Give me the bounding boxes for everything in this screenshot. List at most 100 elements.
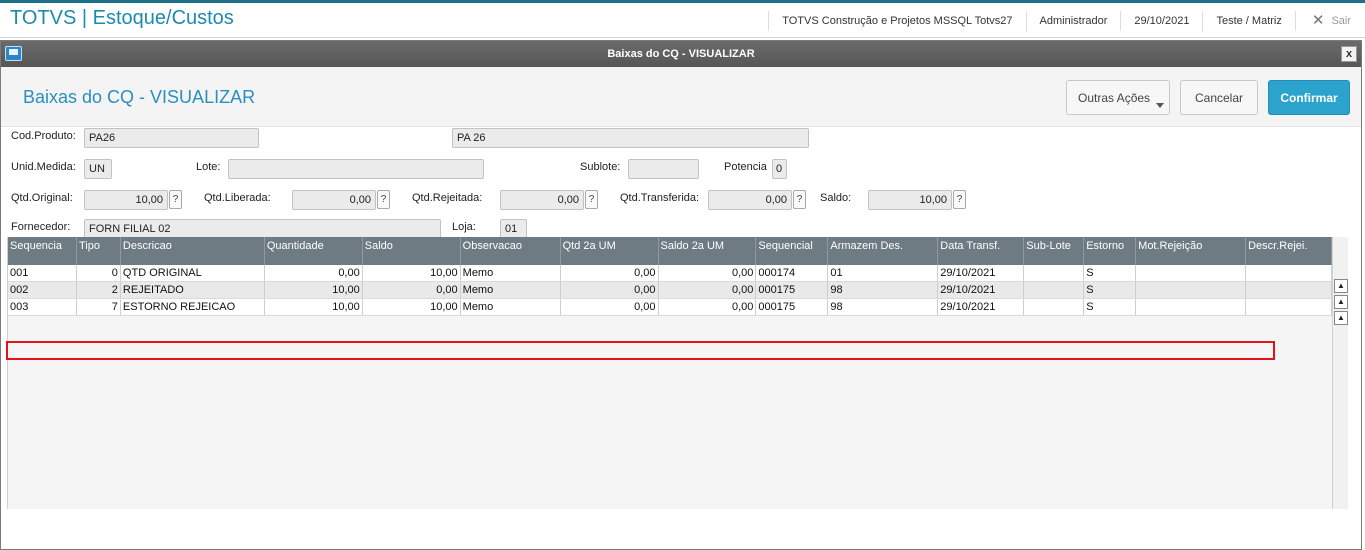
- cell-sub-lote: [1024, 265, 1085, 281]
- column-header[interactable]: Qtd 2a UM: [561, 237, 659, 265]
- cell-mot-rejeicao: [1136, 299, 1247, 315]
- cell-sequencial: 000175: [756, 299, 829, 315]
- column-header[interactable]: Descr.Rejei.: [1246, 237, 1333, 265]
- help-icon[interactable]: ?: [169, 190, 182, 209]
- help-icon[interactable]: ?: [953, 190, 966, 209]
- cell-qtd-2a-um: 0,00: [561, 265, 659, 281]
- fornecedor-field[interactable]: FORN FILIAL 02: [84, 219, 441, 239]
- cell-observacao: Memo: [461, 265, 561, 281]
- qtd-liberada-label: Qtd.Liberada:: [204, 192, 271, 204]
- column-header[interactable]: Observacao: [461, 237, 561, 265]
- cell-descricao: ESTORNO REJEICAO: [121, 299, 265, 315]
- help-icon[interactable]: ?: [377, 190, 390, 209]
- grid-header: Sequencia Tipo Descricao Quantidade Sald…: [8, 237, 1333, 265]
- saldo-label: Saldo:: [820, 192, 852, 204]
- table-row[interactable]: 001 0 QTD ORIGINAL 0,00 10,00 Memo 0,00 …: [8, 265, 1333, 282]
- grid-scrollbar[interactable]: ▲ ▲ ▲: [1332, 237, 1348, 509]
- cancel-button[interactable]: Cancelar: [1180, 80, 1258, 115]
- cell-data-transf: 29/10/2021: [938, 282, 1025, 298]
- loja-label: Loja:: [452, 221, 476, 233]
- qtd-original-field[interactable]: 10,00: [84, 190, 168, 210]
- fornecedor-label: Fornecedor:: [11, 221, 71, 233]
- product-description-field[interactable]: PA 26: [452, 128, 809, 148]
- cell-armazem: 98: [828, 299, 939, 315]
- cell-sequencial: 000175: [756, 282, 829, 298]
- cell-data-transf: 29/10/2021: [938, 299, 1025, 315]
- cell-sub-lote: [1024, 299, 1085, 315]
- qtd-rejeitada-label: Qtd.Rejeitada:: [412, 192, 483, 204]
- scroll-up-icon[interactable]: ▲: [1334, 311, 1348, 325]
- column-header[interactable]: Sequencia: [8, 237, 77, 265]
- lote-field[interactable]: [228, 159, 484, 179]
- table-row[interactable]: 003 7 ESTORNO REJEICAO 10,00 10,00 Memo …: [8, 299, 1333, 316]
- cell-estorno: S: [1084, 282, 1137, 298]
- column-header[interactable]: Data Transf.: [938, 237, 1025, 265]
- lote-label: Lote:: [196, 161, 221, 173]
- cell-descr-rejei: [1246, 299, 1333, 315]
- sublote-field[interactable]: [628, 159, 699, 179]
- qtd-rejeitada-field[interactable]: 0,00: [500, 190, 584, 210]
- cod-produto-field[interactable]: PA26: [84, 128, 259, 148]
- cell-observacao: Memo: [461, 299, 561, 315]
- cell-saldo-2a-um: 0,00: [659, 299, 757, 315]
- loja-field[interactable]: 01: [500, 219, 527, 239]
- cell-tipo: 7: [77, 299, 121, 315]
- cell-quantidade: 10,00: [265, 282, 363, 298]
- qtd-transferida-field[interactable]: 0,00: [708, 190, 792, 210]
- column-header[interactable]: Saldo 2a UM: [659, 237, 757, 265]
- close-icon[interactable]: x: [1341, 46, 1357, 62]
- help-icon[interactable]: ?: [793, 190, 806, 209]
- exit-icon: ✕: [1311, 11, 1325, 29]
- window-icon: [5, 46, 22, 61]
- potencia-field[interactable]: 0: [772, 159, 787, 179]
- branch-label[interactable]: Teste / Matriz: [1202, 10, 1294, 31]
- other-actions-button[interactable]: Outras Ações: [1066, 80, 1170, 115]
- column-header[interactable]: Saldo: [363, 237, 461, 265]
- user-label: Administrador: [1025, 10, 1121, 31]
- cell-descricao: QTD ORIGINAL: [121, 265, 265, 281]
- column-header[interactable]: Sequencial: [756, 237, 829, 265]
- cell-observacao: Memo: [461, 282, 561, 298]
- cell-saldo-2a-um: 0,00: [659, 282, 757, 298]
- column-header[interactable]: Descricao: [121, 237, 265, 265]
- top-info: TOTVS Construção e Projetos MSSQL Totvs2…: [768, 3, 1365, 38]
- cell-estorno: S: [1084, 299, 1137, 315]
- cell-sequencia: 002: [8, 282, 77, 298]
- cell-armazem: 01: [828, 265, 939, 281]
- company-label: TOTVS Construção e Projetos MSSQL Totvs2…: [768, 10, 1025, 31]
- cell-descr-rejei: [1246, 282, 1333, 298]
- scroll-up-icon[interactable]: ▲: [1334, 295, 1348, 309]
- cell-saldo: 10,00: [363, 265, 461, 281]
- window-title: Baixas do CQ - VISUALIZAR: [607, 48, 755, 60]
- column-header[interactable]: Armazem Des.: [828, 237, 939, 265]
- unid-medida-label: Unid.Medida:: [11, 161, 76, 173]
- cell-sequencia: 003: [8, 299, 77, 315]
- qtd-liberada-field[interactable]: 0,00: [292, 190, 376, 210]
- sublote-label: Sublote:: [580, 161, 621, 173]
- qtd-original-label: Qtd.Original:: [11, 192, 73, 204]
- exit-button[interactable]: ✕ Sair: [1294, 10, 1365, 31]
- cell-estorno: S: [1084, 265, 1137, 281]
- saldo-field[interactable]: 10,00: [868, 190, 952, 210]
- column-header[interactable]: Sub-Lote: [1024, 237, 1085, 265]
- cell-saldo: 0,00: [363, 282, 461, 298]
- unid-medida-field[interactable]: UN: [84, 159, 112, 179]
- cell-tipo: 2: [77, 282, 121, 298]
- help-icon[interactable]: ?: [585, 190, 598, 209]
- top-bar: TOTVS | Estoque/Custos TOTVS Construção …: [0, 0, 1365, 38]
- movements-grid: Sequencia Tipo Descricao Quantidade Sald…: [7, 237, 1333, 509]
- cell-sequencia: 001: [8, 265, 77, 281]
- cell-tipo: 0: [77, 265, 121, 281]
- cell-quantidade: 10,00: [265, 299, 363, 315]
- confirm-button[interactable]: Confirmar: [1268, 80, 1350, 115]
- column-header[interactable]: Quantidade: [265, 237, 363, 265]
- column-header[interactable]: Estorno: [1084, 237, 1137, 265]
- exit-label: Sair: [1331, 14, 1351, 27]
- potencia-label: Potencia: [724, 161, 767, 173]
- cell-descricao: REJEITADO: [121, 282, 265, 298]
- column-header[interactable]: Mot.Rejeição: [1136, 237, 1247, 265]
- qtd-transferida-label: Qtd.Transferida:: [620, 192, 700, 204]
- table-row[interactable]: 002 2 REJEITADO 10,00 0,00 Memo 0,00 0,0…: [8, 282, 1333, 299]
- column-header[interactable]: Tipo: [77, 237, 121, 265]
- scroll-top-icon[interactable]: ▲: [1334, 279, 1348, 293]
